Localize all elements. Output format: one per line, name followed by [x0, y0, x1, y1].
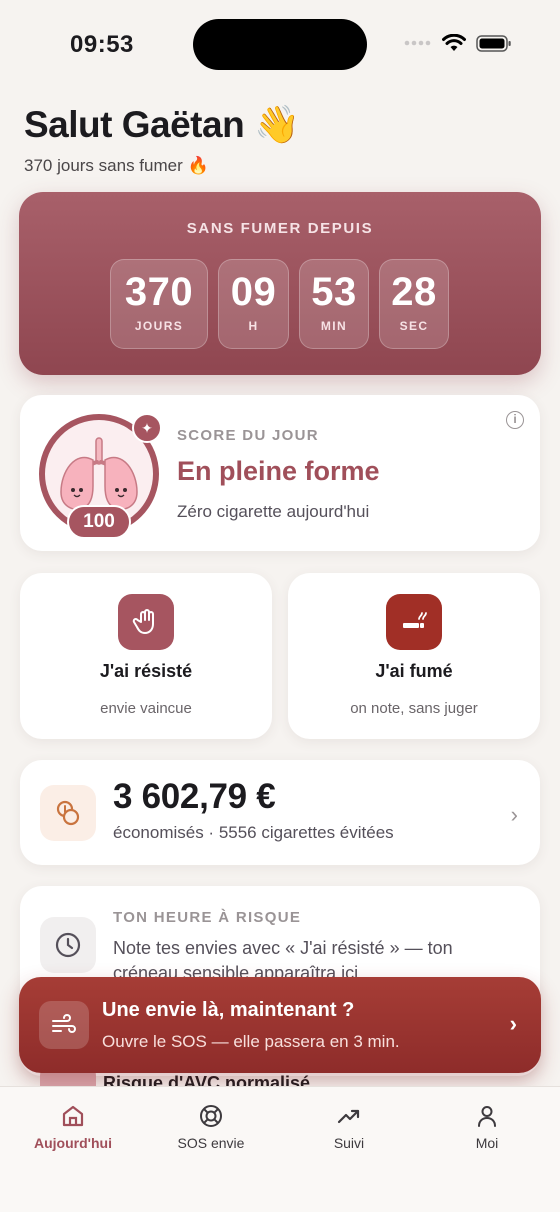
- smoked-button[interactable]: J'ai fumé on note, sans juger: [288, 573, 540, 739]
- tab-tracking-label: Suivi: [333, 1135, 365, 1151]
- sos-subtitle: Ouvre le SOS — elle passera en 3 min.: [102, 1032, 400, 1051]
- smoke-free-timer-card: SANS FUMER DEPUIS 370 JOURS 09 H 53 MIN …: [19, 192, 541, 375]
- timer-minutes-value: 53: [311, 270, 357, 314]
- info-icon[interactable]: i: [506, 411, 524, 429]
- resisted-label: J'ai résisté: [99, 661, 193, 681]
- status-icons: [404, 34, 512, 52]
- resisted-button[interactable]: J'ai résisté envie vaincue: [20, 573, 272, 739]
- clock-icon: [40, 917, 96, 973]
- timer-minutes-label: MIN: [320, 319, 348, 333]
- dynamic-island: [193, 19, 367, 70]
- sos-title: Une envie là, maintenant ?: [102, 999, 355, 1021]
- chevron-right-icon: ›: [510, 802, 518, 827]
- status-bar: 09:53: [0, 0, 560, 92]
- timer-hours: 09 H: [218, 259, 289, 349]
- status-time: 09:53: [70, 31, 134, 58]
- risk-hour-title: TON HEURE À RISQUE: [113, 909, 302, 926]
- tab-today[interactable]: Aujourd'hui: [18, 1103, 128, 1151]
- savings-amount: 3 602,79 €: [113, 777, 276, 816]
- battery-icon: [476, 34, 511, 52]
- timer-title: SANS FUMER DEPUIS: [186, 220, 374, 237]
- timer-minutes: 53 MIN: [299, 259, 369, 349]
- user-icon: [478, 1106, 496, 1127]
- daily-score-card[interactable]: ✦ 100 SCORE DU JOUR En pleine forme Zéro…: [20, 395, 540, 551]
- savings-detail: économisés · 5556 cigarettes évitées: [113, 823, 394, 842]
- greeting-subtitle: 370 jours sans fumer 🔥: [24, 156, 209, 175]
- hand-stop-icon: [118, 594, 174, 650]
- savings-card[interactable]: 3 602,79 € économisés · 5556 cigarettes …: [20, 760, 540, 865]
- trend-icon: [337, 1109, 360, 1124]
- signal-icon: [404, 40, 431, 46]
- greeting-title: Salut Gaëtan 👋: [24, 104, 300, 145]
- timer-seconds-value: 28: [391, 270, 437, 314]
- tab-sos-label: SOS envie: [177, 1135, 245, 1151]
- resisted-sub: envie vaincue: [100, 700, 192, 717]
- home-icon: [62, 1105, 84, 1127]
- timer-days-value: 370: [124, 270, 194, 314]
- timer-seconds: 28 SEC: [379, 259, 449, 349]
- timer-hours-value: 09: [230, 270, 277, 314]
- wind-icon: [39, 1001, 89, 1049]
- tab-today-label: Aujourd'hui: [34, 1135, 112, 1151]
- tab-me[interactable]: Moi: [432, 1103, 542, 1151]
- chevron-right-icon: ›: [509, 1011, 517, 1036]
- tab-bar: Aujourd'hui SOS envie Suivi Moi: [0, 1086, 560, 1212]
- score-value-badge: 100: [67, 505, 131, 539]
- smoked-label: J'ai fumé: [375, 661, 453, 681]
- sos-banner[interactable]: Une envie là, maintenant ? Ouvre le SOS …: [19, 977, 541, 1073]
- greeting: Salut Gaëtan 👋 370 jours sans fumer 🔥: [24, 104, 300, 176]
- timer-hours-label: H: [248, 319, 259, 333]
- wifi-icon: [442, 34, 466, 51]
- score-label: SCORE DU JOUR: [177, 427, 319, 444]
- score-description: Zéro cigarette aujourd'hui: [177, 502, 370, 521]
- timer-seconds-label: SEC: [399, 319, 429, 333]
- lifebuoy-icon: [200, 1105, 222, 1127]
- cigarette-icon: [386, 594, 442, 650]
- tab-me-label: Moi: [475, 1135, 499, 1151]
- smoked-sub: on note, sans juger: [350, 700, 478, 717]
- timer-days: 370 JOURS: [110, 259, 208, 349]
- score-status: En pleine forme: [177, 456, 380, 486]
- tab-tracking[interactable]: Suivi: [294, 1103, 404, 1151]
- tab-sos[interactable]: SOS envie: [156, 1103, 266, 1151]
- coins-icon: [40, 785, 96, 841]
- sparkle-icon: ✦: [132, 413, 162, 443]
- timer-days-label: JOURS: [134, 319, 184, 333]
